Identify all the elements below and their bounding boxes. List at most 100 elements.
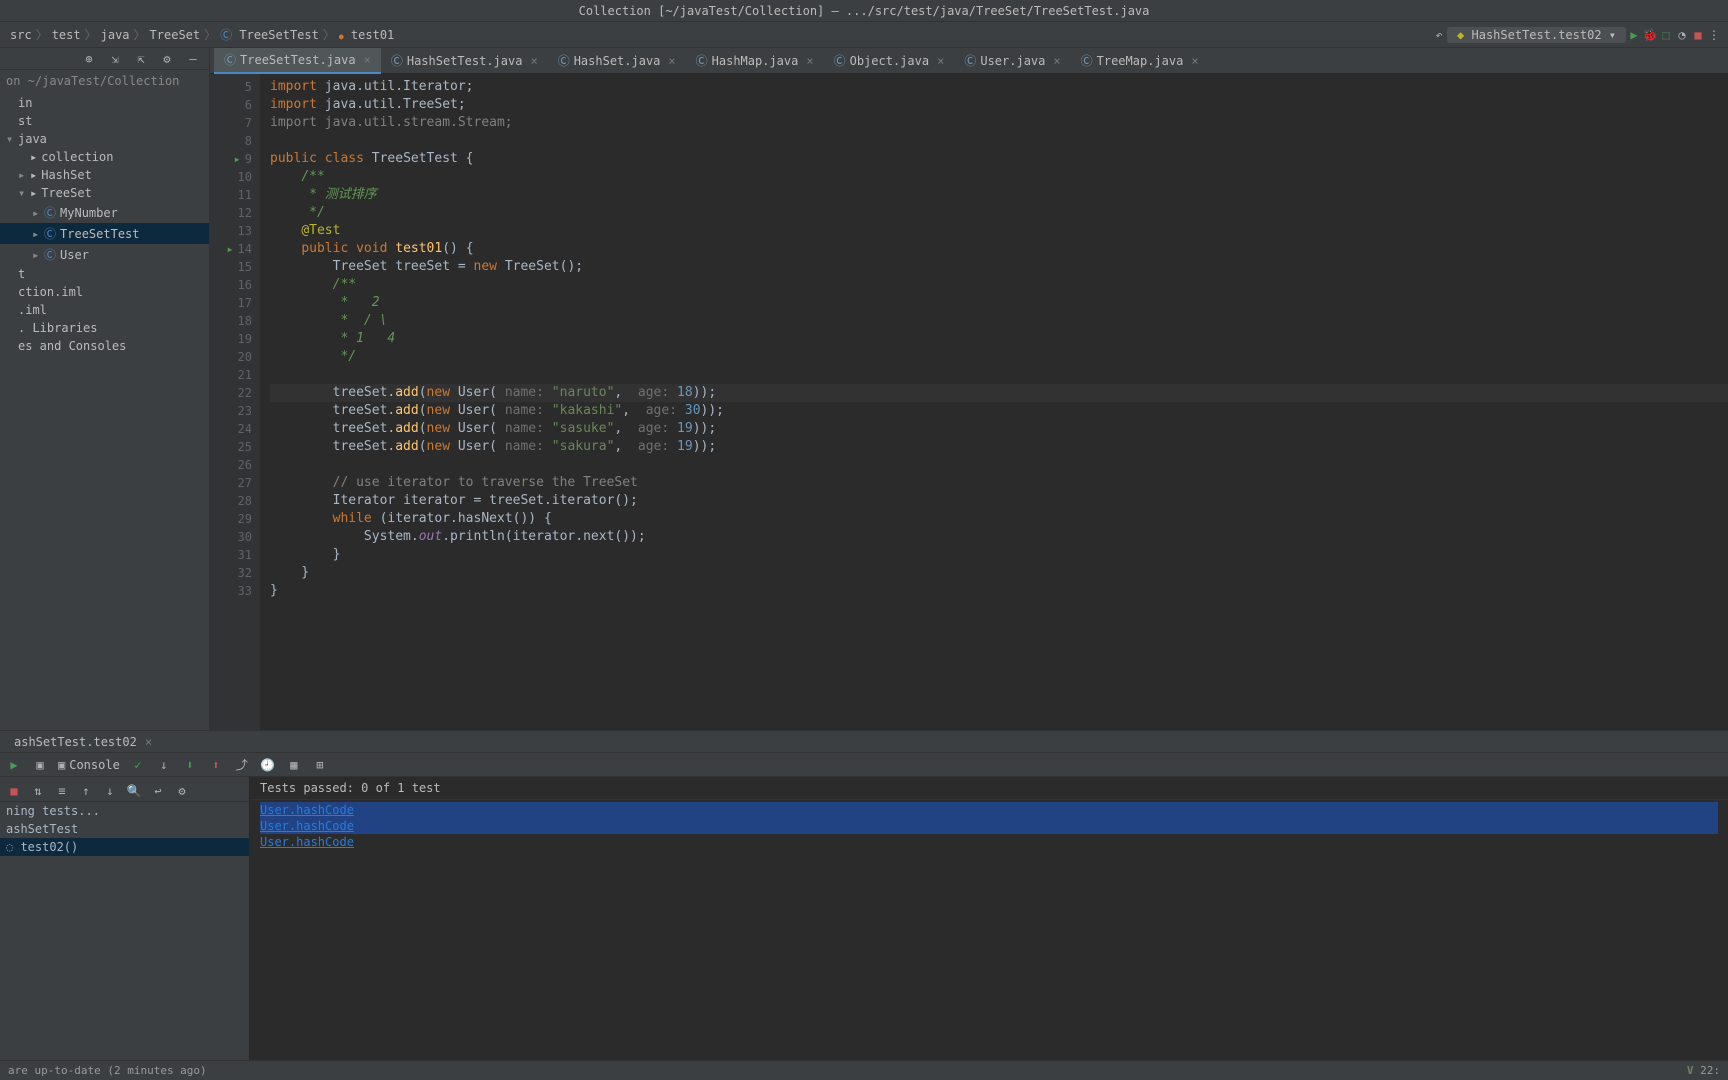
gear-icon[interactable]: ⚙ (174, 783, 190, 799)
close-icon[interactable]: × (806, 54, 813, 68)
layout-icon[interactable]: ▦ (286, 757, 302, 773)
editor-tab[interactable]: ⒸTreeMap.java× (1071, 48, 1209, 74)
tree-item[interactable]: st (0, 112, 209, 130)
project-sidebar: ⊕ ⇲ ⇱ ⚙ — on ~/javaTest/Collection inst▾… (0, 48, 210, 730)
run-panel-tab[interactable]: ashSetTest.test02 (6, 735, 145, 749)
editor-tab[interactable]: ⒸUser.java× (954, 48, 1070, 74)
editor-tab[interactable]: ⒸTreeSetTest.java× (214, 48, 381, 74)
tree-item[interactable]: ▸collection (0, 148, 209, 166)
console-link[interactable]: User.hashCode (260, 835, 354, 849)
file-icon: Ⓒ (834, 52, 846, 69)
breadcrumb-bar: src〉test〉java〉TreeSet〉Ⓒ TreeSetTest〉● te… (0, 22, 1728, 48)
file-icon: Ⓒ (696, 52, 708, 69)
file-icon: Ⓒ (1081, 52, 1093, 69)
close-icon[interactable]: × (1053, 54, 1060, 68)
editor-tab[interactable]: ⒸObject.java× (824, 48, 955, 74)
breadcrumb-item[interactable]: ● test01 (335, 28, 398, 42)
editor-tab[interactable]: ⒸHashSet.java× (548, 48, 686, 74)
tree-item[interactable]: ▸▸HashSet (0, 166, 209, 184)
gear-icon[interactable]: ⚙ (159, 51, 175, 67)
up-icon[interactable]: ⬆ (208, 757, 224, 773)
status-bar: are up-to-date (2 minutes ago) V 22: (0, 1060, 1728, 1080)
breadcrumb-item[interactable]: src (6, 28, 36, 42)
history-icon[interactable]: 🕘 (260, 757, 276, 773)
tree-item[interactable]: .iml (0, 301, 209, 319)
file-icon: Ⓒ (391, 52, 403, 69)
run-panel: ashSetTest.test02 × ▶ ▣ ▣Console ✓ ↓ ⬇ ⬆… (0, 730, 1728, 1060)
chevron-right-icon: 〉 (36, 28, 48, 42)
close-icon[interactable]: × (937, 54, 944, 68)
breadcrumb-item[interactable]: TreeSet (146, 28, 205, 42)
tree-item[interactable]: es and Consoles (0, 337, 209, 355)
test-tree[interactable]: ■ ⇅ ≡ ↑ ↓ 🔍 ↩ ⚙ ning tests... ashSetTest… (0, 777, 250, 1060)
vim-indicator: V (1687, 1064, 1694, 1077)
coverage-button-icon[interactable]: ⬚ (1658, 27, 1674, 43)
close-icon[interactable]: × (1191, 54, 1198, 68)
tree-item[interactable]: ▸ⒸUser (0, 244, 209, 265)
sort-icon[interactable]: ↓ (156, 757, 172, 773)
console-output[interactable]: User.hashCode User.hashCode User.hashCode (250, 800, 1728, 1060)
check-icon[interactable]: ✓ (130, 757, 146, 773)
profile-button-icon[interactable]: ◔ (1674, 27, 1690, 43)
export-icon[interactable]: ⤴ (234, 757, 250, 773)
tree-item[interactable]: ▸ⒸTreeSetTest (0, 223, 209, 244)
editor-tab[interactable]: ⒸHashMap.java× (686, 48, 824, 74)
locate-icon[interactable]: ⊕ (81, 51, 97, 67)
breadcrumb-item[interactable]: Ⓒ TreeSetTest (216, 28, 323, 42)
grid-icon[interactable]: ⊞ (312, 757, 328, 773)
project-tree[interactable]: inst▾java▸collection▸▸HashSet▾▸TreeSet▸Ⓒ… (0, 92, 209, 730)
chevron-right-icon: 〉 (204, 28, 216, 42)
run-config-dropdown[interactable]: ◆ HashSetTest.test02 ▾ (1447, 27, 1626, 43)
run-button-icon[interactable]: ▶ (1626, 27, 1642, 43)
rerun-icon[interactable]: ▶ (6, 757, 22, 773)
test-tree-row[interactable]: ashSetTest (0, 820, 249, 838)
wrap-icon[interactable]: ↩ (150, 783, 166, 799)
tree-item[interactable]: ▸ⒸMyNumber (0, 202, 209, 223)
chevron-right-icon: 〉 (134, 28, 146, 42)
toggle-icon[interactable]: ⇅ (30, 783, 46, 799)
filter-icon[interactable]: ▣ (32, 757, 48, 773)
test-tree-row[interactable]: ◌ test02() (0, 838, 249, 856)
expand-icon[interactable]: ⇲ (107, 51, 123, 67)
project-root-label: on ~/javaTest/Collection (0, 70, 209, 92)
tree-item[interactable]: . Libraries (0, 319, 209, 337)
tree-item[interactable]: ▾▸TreeSet (0, 184, 209, 202)
tree-item[interactable]: ▾java (0, 130, 209, 148)
search-icon[interactable]: 🔍 (126, 783, 142, 799)
console-tab[interactable]: ▣Console (58, 758, 120, 772)
console-link[interactable]: User.hashCode (260, 803, 354, 817)
close-icon[interactable]: × (145, 735, 152, 749)
editor-tabs[interactable]: ⒸTreeSetTest.java×ⒸHashSetTest.java×ⒸHas… (210, 48, 1728, 74)
file-icon: Ⓒ (558, 52, 570, 69)
down-icon[interactable]: ⬇ (182, 757, 198, 773)
collapse-icon[interactable]: ⇱ (133, 51, 149, 67)
console-link[interactable]: User.hashCode (260, 819, 354, 833)
back-icon[interactable]: ↶ (1431, 27, 1447, 43)
status-time: 22: (1700, 1064, 1720, 1077)
tree-item[interactable]: t (0, 265, 209, 283)
window-title: Collection [~/javaTest/Collection] – ...… (0, 0, 1728, 22)
close-icon[interactable]: × (364, 53, 371, 67)
chevron-right-icon: 〉 (323, 28, 335, 42)
next-icon[interactable]: ↓ (102, 783, 118, 799)
file-icon: Ⓒ (224, 51, 236, 68)
test-status: Tests passed: 0 of 1 test (250, 777, 1728, 800)
stop-button-icon[interactable]: ■ (1690, 27, 1706, 43)
debug-button-icon[interactable]: 🐞 (1642, 27, 1658, 43)
close-icon[interactable]: × (668, 54, 675, 68)
more-icon[interactable]: ⋮ (1706, 27, 1722, 43)
stop-icon[interactable]: ■ (6, 783, 22, 799)
breadcrumb-item[interactable]: java (97, 28, 134, 42)
breadcrumb-item[interactable]: test (48, 28, 85, 42)
close-icon[interactable]: × (530, 54, 537, 68)
tree-item[interactable]: ction.iml (0, 283, 209, 301)
editor-code[interactable]: import java.util.Iterator;import java.ut… (260, 74, 1728, 730)
test-tree-row[interactable]: ning tests... (0, 802, 249, 820)
code-editor[interactable]: 5678▸910111213▸1415161718192021222324252… (210, 74, 1728, 730)
chevron-right-icon: 〉 (85, 28, 97, 42)
hide-icon[interactable]: — (185, 51, 201, 67)
tree-item[interactable]: in (0, 94, 209, 112)
collapse-all-icon[interactable]: ≡ (54, 783, 70, 799)
prev-icon[interactable]: ↑ (78, 783, 94, 799)
editor-tab[interactable]: ⒸHashSetTest.java× (381, 48, 548, 74)
